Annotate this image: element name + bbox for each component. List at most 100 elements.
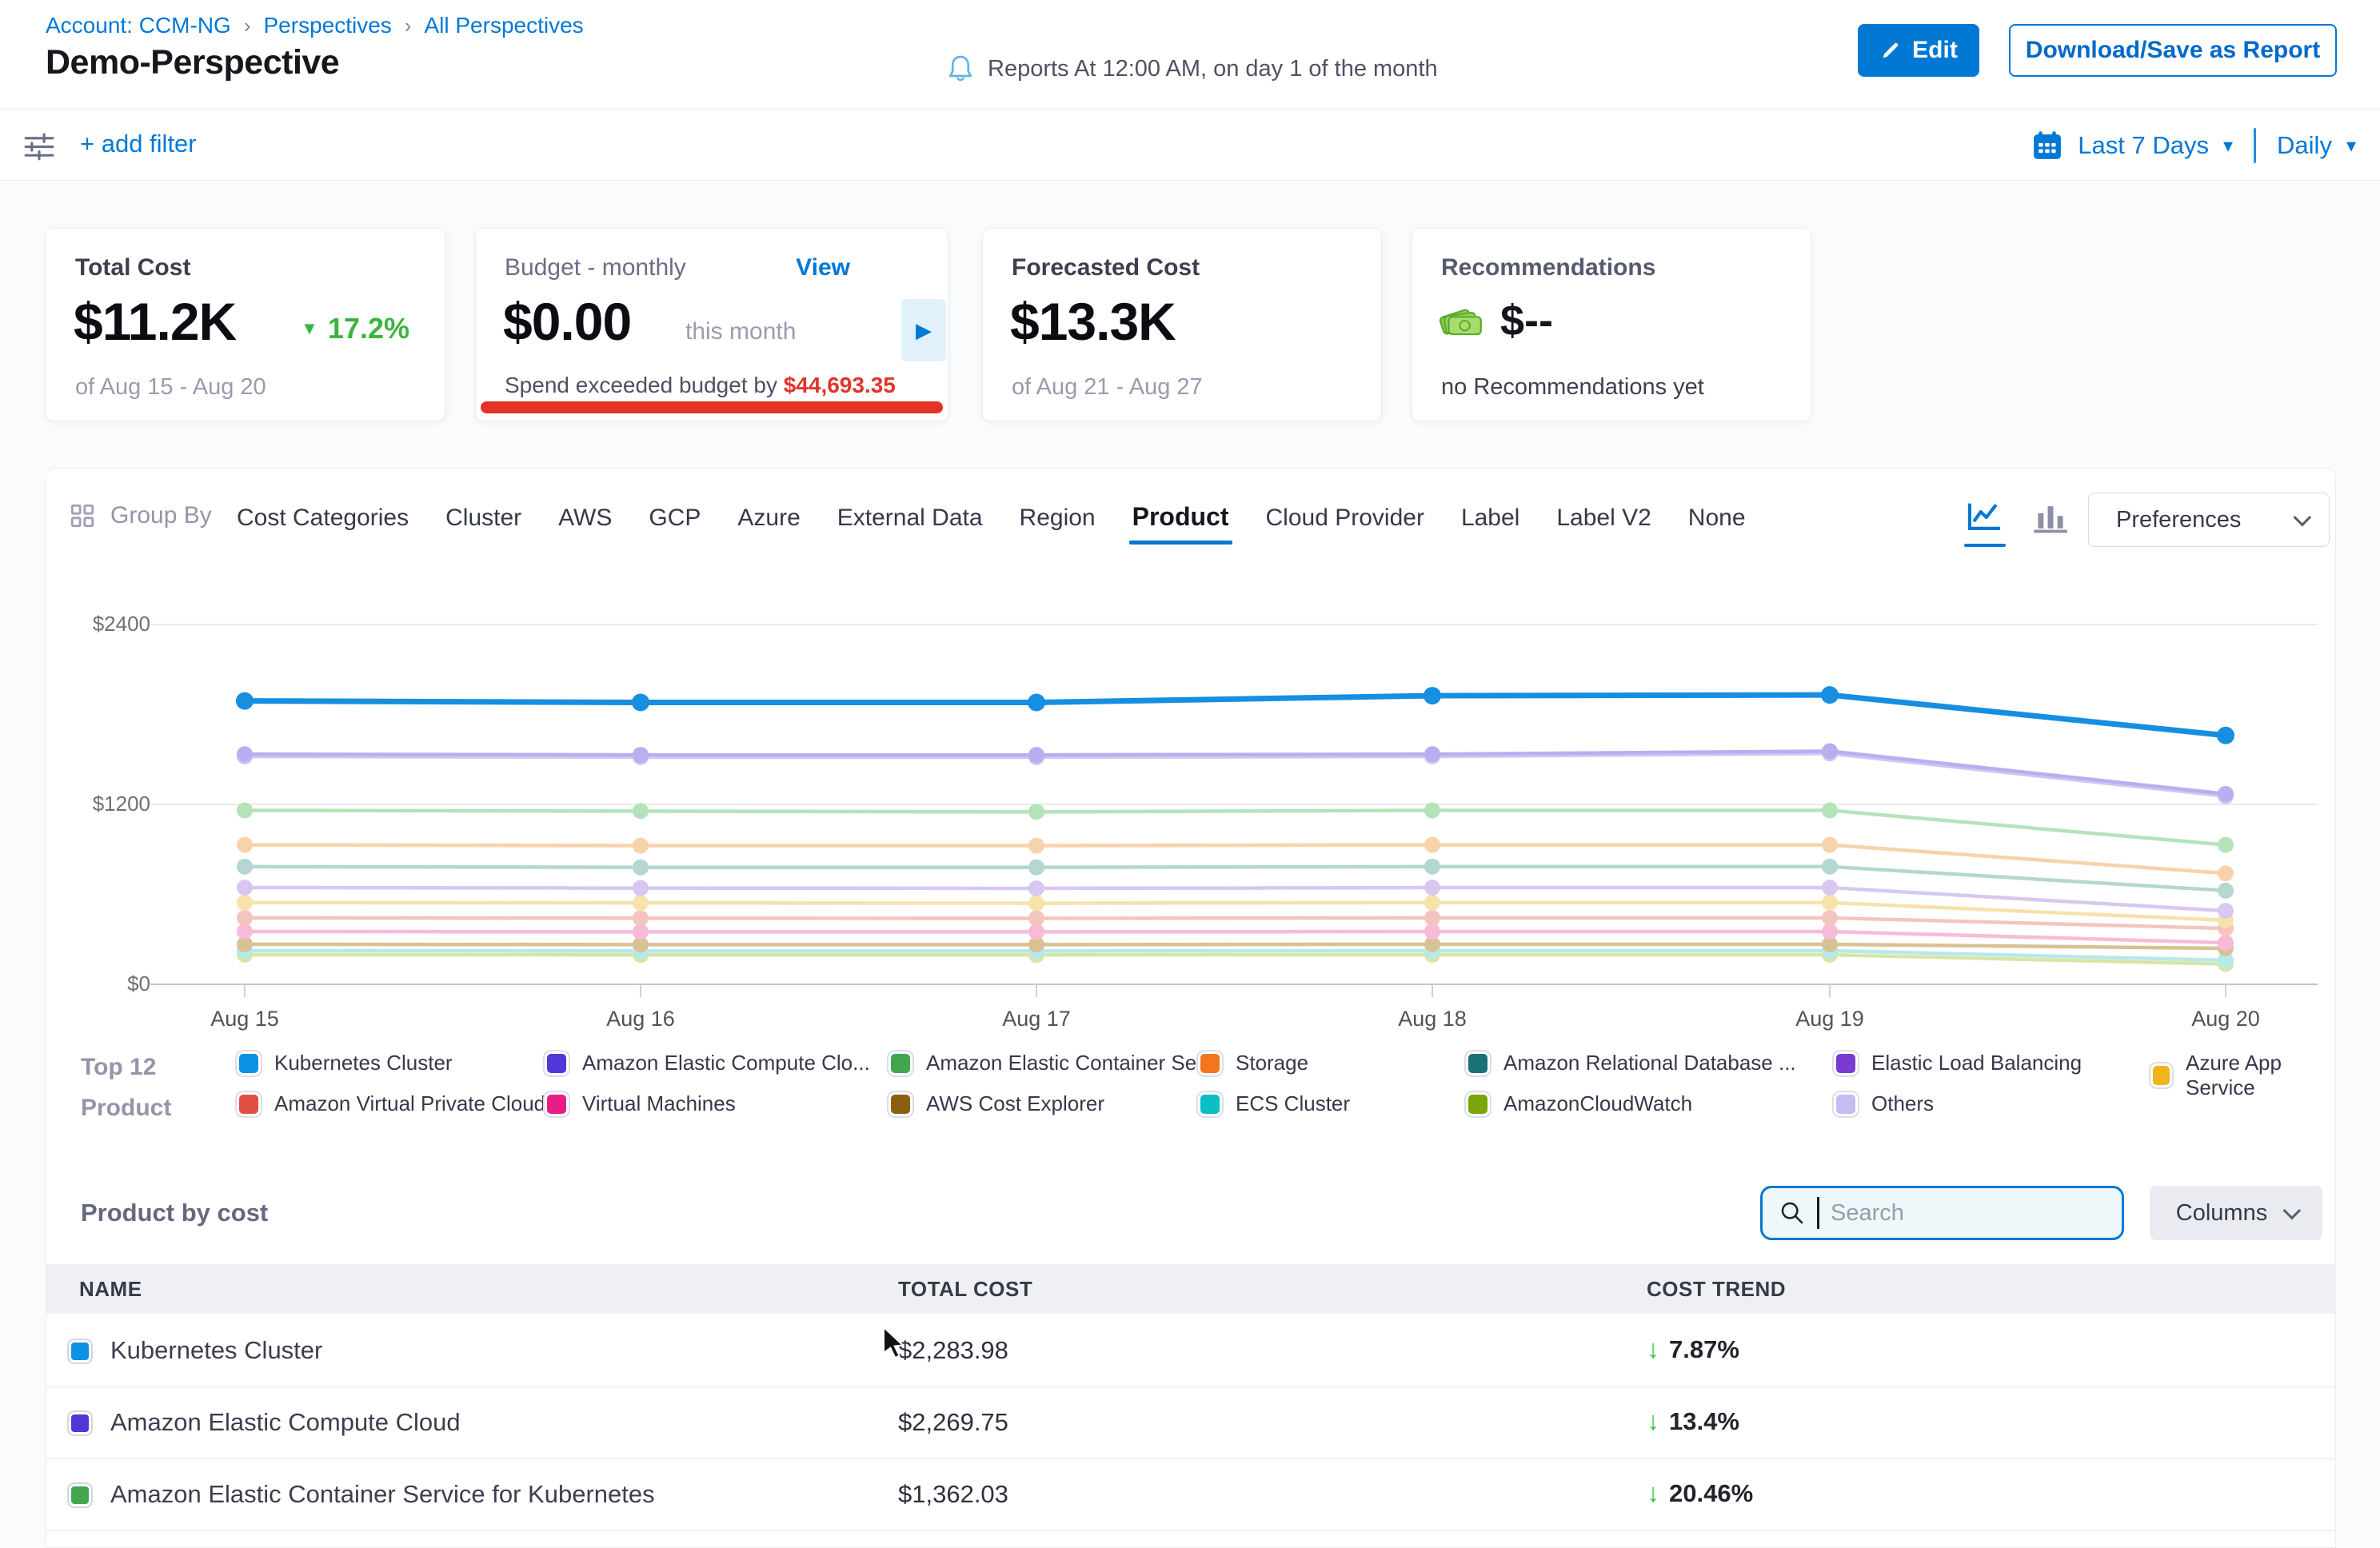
chart-point[interactable] [1028,911,1044,927]
chart-point[interactable] [237,910,253,926]
chart-point[interactable] [1424,859,1440,875]
chart-point[interactable] [237,924,253,940]
legend-item-virtual-machines[interactable]: Virtual Machines [545,1091,736,1116]
chart-point[interactable] [2218,903,2234,919]
chart-point[interactable] [1822,924,1838,940]
chart-point[interactable] [237,837,253,853]
chart-point[interactable] [1424,837,1440,853]
chart-canvas[interactable] [46,592,2337,1040]
chart-line-amazon-elastic-container-se-[interactable] [245,811,2226,845]
tab-gcp[interactable]: GCP [649,505,701,543]
chart-point[interactable] [1028,838,1044,854]
legend-item-aws-cost-explorer[interactable]: AWS Cost Explorer [889,1091,1104,1116]
tab-aws[interactable]: AWS [558,505,612,543]
chart-point[interactable] [1028,860,1044,876]
chart-point[interactable] [1028,896,1044,912]
legend-item-amazoncloudwatch[interactable]: AmazonCloudWatch [1466,1091,1692,1116]
chart-point[interactable] [236,692,254,710]
chart-point[interactable] [1822,895,1838,911]
chart-point[interactable] [1822,837,1838,853]
chart-point[interactable] [633,910,649,926]
chart-point[interactable] [1821,686,1839,704]
chart-point[interactable] [237,895,253,911]
chart-point[interactable] [632,694,649,712]
legend-item-kubernetes-cluster[interactable]: Kubernetes Cluster [237,1051,453,1075]
chart-point[interactable] [633,880,649,896]
chart-point[interactable] [2218,837,2234,853]
tab-azure[interactable]: Azure [737,505,800,543]
search-input[interactable]: Search [1760,1186,2124,1240]
table-row-amazon-elastic-compute-cloud[interactable]: Amazon Elastic Compute Cloud$2,269.75↓13… [46,1387,2335,1459]
chart-point[interactable] [633,924,649,940]
chart-point[interactable] [1424,880,1440,896]
chart-point[interactable] [237,859,253,875]
tab-label[interactable]: Label [1461,505,1519,543]
chart-point[interactable] [1822,743,1838,759]
chart-point[interactable] [237,880,253,896]
chart-point[interactable] [237,746,253,762]
chart-point[interactable] [633,860,649,876]
legend-item-elastic-load-balancing[interactable]: Elastic Load Balancing [1834,1051,2082,1075]
chart-point[interactable] [633,747,649,763]
tab-product[interactable]: Product [1132,502,1229,543]
chart-point[interactable] [1424,895,1440,911]
chart-point[interactable] [2218,883,2234,899]
chart-point[interactable] [1424,803,1440,819]
download-save-report-button[interactable]: Download/Save as Report [2009,24,2337,77]
chart-line-virtual-machines[interactable] [245,932,2226,943]
legend-item-storage[interactable]: Storage [1198,1051,1308,1075]
tab-cloud-provider[interactable]: Cloud Provider [1266,505,1424,543]
chart-line-others[interactable] [245,753,2226,796]
chart-point[interactable] [1822,803,1838,819]
bar-chart-icon[interactable] [2030,499,2071,536]
chart-point[interactable] [1424,924,1440,940]
chart-point[interactable] [2217,727,2234,744]
breadcrumb-perspectives-link[interactable]: Perspectives [264,13,392,38]
chart-point[interactable] [1822,859,1838,875]
table-row-amazon-elastic-container-service-for-kubernetes[interactable]: Amazon Elastic Container Service for Kub… [46,1459,2335,1531]
legend-item-azure-app-service[interactable]: Azure App Service [2150,1051,2335,1100]
filter-sliders-icon[interactable] [21,128,58,163]
chart-point[interactable] [2218,786,2234,802]
chart-line-amazon-virtual-private-cloud[interactable] [245,918,2226,928]
breadcrumb-account-link[interactable]: Account: CCM-NG [46,13,231,38]
chart-point[interactable] [1028,880,1044,896]
chart-point[interactable] [2218,935,2234,951]
tab-label-v2[interactable]: Label V2 [1556,505,1651,543]
column-header-total-cost[interactable]: TOTAL COST [898,1277,1032,1302]
column-header-cost-trend[interactable]: COST TREND [1647,1277,1786,1302]
tab-none[interactable]: None [1688,505,1746,543]
line-chart-icon[interactable] [1964,499,2006,536]
legend-item-amazon-relational-database-[interactable]: Amazon Relational Database ... [1466,1051,1796,1075]
legend-item-others[interactable]: Others [1834,1091,1934,1116]
budget-next-button[interactable]: ▶ [901,299,946,361]
chart-point[interactable] [1424,687,1441,704]
chart-point[interactable] [1028,804,1044,820]
legend-item-amazon-elastic-compute-clo-[interactable]: Amazon Elastic Compute Clo... [545,1051,870,1075]
chart-point[interactable] [1028,747,1044,763]
breadcrumb-all-perspectives-link[interactable]: All Perspectives [424,13,583,38]
chart-point[interactable] [1822,910,1838,926]
add-filter-button[interactable]: + add filter [80,130,197,158]
chart-point[interactable] [1822,880,1838,896]
chart-line-aws-cost-explorer[interactable] [245,944,2226,948]
columns-dropdown[interactable]: Columns [2150,1186,2322,1240]
chart-point[interactable] [633,803,649,819]
chart-point[interactable] [633,895,649,911]
legend-item-ecs-cluster[interactable]: ECS Cluster [1198,1091,1350,1116]
chart-line-amazoncloudwatch[interactable] [245,955,2226,964]
tab-cluster[interactable]: Cluster [445,505,521,543]
legend-item-amazon-elastic-container-se-[interactable]: Amazon Elastic Container Se... [889,1051,1214,1075]
date-range-selector[interactable]: Last 7 Days [2078,131,2209,160]
chart-point[interactable] [1424,910,1440,926]
chart-point[interactable] [633,838,649,854]
legend-item-amazon-virtual-private-cloud[interactable]: Amazon Virtual Private Cloud [237,1091,545,1116]
chart-line-kubernetes-cluster[interactable] [245,695,2226,736]
table-row-kubernetes-cluster[interactable]: Kubernetes Cluster$2,283.98↓7.87% [46,1315,2335,1387]
edit-button[interactable]: Edit [1858,24,1979,77]
chart-point[interactable] [1028,694,1045,712]
column-header-name[interactable]: NAME [79,1277,142,1302]
tab-cost-categories[interactable]: Cost Categories [237,505,409,543]
chart-point[interactable] [237,803,253,819]
preferences-dropdown[interactable]: Preferences [2088,493,2330,547]
